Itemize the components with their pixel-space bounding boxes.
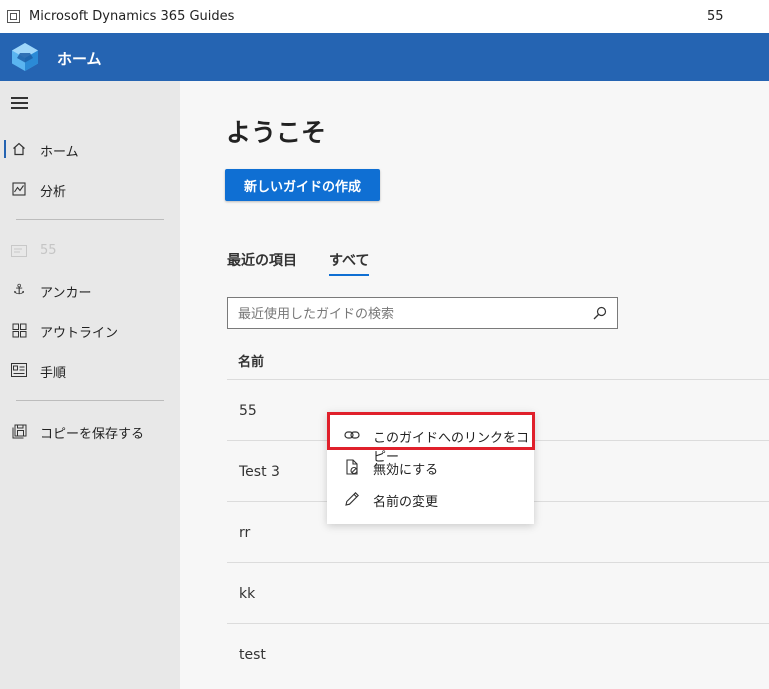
sidebar-item-analytics[interactable]: 分析 [0, 171, 180, 207]
save-copy-icon [11, 423, 27, 439]
guide-name: rr [239, 525, 251, 541]
column-header-name[interactable]: 名前 [238, 351, 264, 370]
sidebar-item-label: コピーを保存する [40, 427, 145, 442]
sidebar-item-label: 55 [40, 243, 57, 258]
sidebar-item-guide: 55 [0, 233, 180, 269]
window-titlebar: Microsoft Dynamics 365 Guides 55 [0, 0, 769, 34]
anchor-icon: ⚓ [12, 282, 26, 298]
analytics-icon [11, 181, 27, 197]
hamburger-menu-icon[interactable] [11, 97, 28, 109]
new-guide-button[interactable]: 新しいガイドの作成 [225, 169, 380, 201]
menu-item-copy-link[interactable]: このガイドへのリンクをコピー [327, 418, 534, 465]
sidebar-item-label: アンカー [40, 286, 92, 301]
disable-document-icon [346, 459, 358, 475]
search-input[interactable] [228, 298, 590, 330]
steps-icon [11, 362, 27, 378]
guide-icon [11, 243, 27, 259]
search-icon[interactable] [593, 306, 607, 320]
rename-pencil-icon [345, 492, 359, 506]
sidebar-item-label: ホーム [40, 145, 79, 160]
sidebar-item-home[interactable]: ホーム [0, 131, 180, 167]
link-icon [344, 431, 360, 439]
context-menu: このガイドへのリンクをコピー 無効にする 名前の変更 [327, 412, 534, 524]
tab-recent[interactable]: 最近の項目 [227, 250, 297, 270]
page-title: ホーム [57, 50, 102, 68]
guide-name: kk [239, 586, 256, 602]
sidebar: ホーム 分析 55 ⚓ アンカー アウトライン 手順 コピーを保存する [0, 81, 180, 689]
sidebar-divider [16, 400, 164, 401]
menu-item-label: 名前の変更 [373, 495, 439, 510]
sidebar-item-save-copy[interactable]: コピーを保存する [0, 413, 180, 449]
menu-item-label: 無効にする [373, 463, 439, 478]
sidebar-item-label: 手順 [40, 366, 67, 381]
dynamics-guides-logo-icon [12, 43, 38, 71]
sidebar-divider [16, 219, 164, 220]
sidebar-item-anchor[interactable]: ⚓ アンカー [0, 272, 180, 308]
sidebar-item-label: 分析 [40, 185, 67, 200]
guide-name: test [239, 647, 266, 663]
menu-item-disable[interactable]: 無効にする [327, 450, 534, 482]
table-row[interactable]: test [227, 623, 769, 685]
app-header: ホーム [0, 33, 769, 81]
tab-all[interactable]: すべて [329, 250, 370, 276]
window-title: Microsoft Dynamics 365 Guides [29, 9, 235, 24]
guide-name: 55 [239, 403, 257, 419]
search-box [227, 297, 618, 330]
home-icon [11, 141, 27, 157]
open-document-name: 55 [707, 9, 724, 24]
outline-icon [11, 322, 27, 338]
sidebar-item-steps[interactable]: 手順 [0, 352, 180, 388]
main-content: ようこそ 新しいガイドの作成 最近の項目 すべて 名前 55 Test 3 rr… [180, 81, 769, 689]
sidebar-item-label: アウトライン [40, 326, 119, 341]
welcome-heading: ようこそ [226, 118, 327, 147]
sidebar-item-outline[interactable]: アウトライン [0, 312, 180, 348]
table-row[interactable]: kk [227, 562, 769, 624]
app-window-icon [7, 10, 20, 23]
menu-item-rename[interactable]: 名前の変更 [327, 482, 534, 514]
guide-name: Test 3 [239, 464, 280, 480]
